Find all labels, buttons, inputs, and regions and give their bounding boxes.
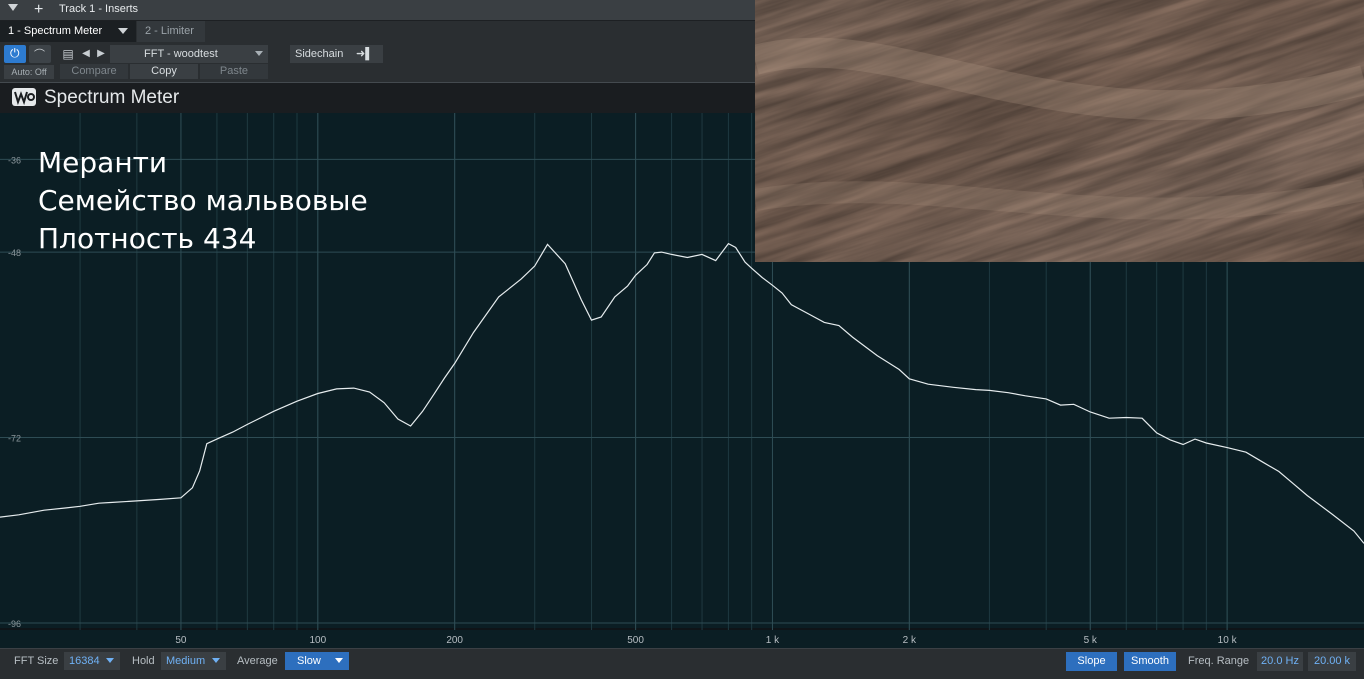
wood-info-overlay: Меранти Семейство мальвовые Плотность 43… bbox=[38, 144, 368, 258]
y-tick-label-2: -72 bbox=[8, 434, 21, 444]
sidechain-label: Sidechain bbox=[295, 48, 344, 60]
chevron-down-icon bbox=[212, 658, 220, 663]
x-tick-label-1: 100 bbox=[309, 635, 326, 646]
power-button[interactable]: ⏻ bbox=[4, 45, 26, 63]
x-tick-label-4: 1 k bbox=[766, 635, 780, 646]
x-tick-label-0: 50 bbox=[175, 635, 187, 646]
x-tick-label-7: 10 k bbox=[1218, 635, 1238, 646]
chevron-down-icon bbox=[255, 51, 263, 56]
average-value: Slow bbox=[297, 655, 321, 667]
chevron-down-icon bbox=[335, 658, 343, 663]
x-tick-label-6: 5 k bbox=[1084, 635, 1098, 646]
x-tick-label-2: 200 bbox=[446, 635, 463, 646]
sidechain-button[interactable]: Sidechain ➜▌ bbox=[290, 45, 383, 63]
tab-spectrum-meter[interactable]: 1 - Spectrum Meter bbox=[0, 21, 136, 42]
x-tick-label-5: 2 k bbox=[903, 635, 917, 646]
average-select[interactable]: Slow bbox=[285, 652, 349, 670]
window-title: Track 1 - Inserts bbox=[59, 3, 139, 15]
frequency-axis-labels: 50 100 200 500 1 k 2 k 5 k 10 k bbox=[175, 635, 1238, 646]
copy-button[interactable]: Copy bbox=[130, 64, 198, 79]
freq-range-min-field[interactable]: 20.0 Hz bbox=[1257, 652, 1303, 671]
wood-family: Семейство мальвовые bbox=[38, 184, 368, 217]
compare-button[interactable]: Compare bbox=[60, 64, 128, 79]
wood-name: Меранти bbox=[38, 146, 168, 179]
x-tick-label-3: 500 bbox=[627, 635, 644, 646]
tab-menu-icon[interactable] bbox=[118, 28, 128, 34]
slope-button[interactable]: Slope bbox=[1066, 652, 1117, 671]
collapse-caret-icon[interactable] bbox=[8, 4, 18, 11]
preset-name: FFT - woodtest bbox=[144, 48, 218, 60]
automation-icon: ⌒ bbox=[34, 49, 45, 61]
power-icon: ⏻ bbox=[10, 46, 20, 60]
tab-limiter[interactable]: 2 - Limiter bbox=[137, 21, 205, 42]
wood-density: Плотность 434 bbox=[38, 222, 257, 255]
hold-value: Medium bbox=[166, 655, 206, 667]
y-tick-label-0: -36 bbox=[8, 155, 21, 165]
freq-range-label: Freq. Range bbox=[1188, 655, 1250, 667]
tab-label: 1 - Spectrum Meter bbox=[8, 25, 103, 37]
chevron-down-icon bbox=[106, 658, 114, 663]
preset-icon[interactable]: ▤ bbox=[60, 45, 76, 63]
previous-preset-button[interactable]: ◀ bbox=[79, 45, 93, 63]
tab-label: 2 - Limiter bbox=[145, 25, 194, 37]
next-preset-button[interactable]: ▶ bbox=[94, 45, 108, 63]
fft-size-label: FFT Size bbox=[14, 655, 59, 667]
automation-button[interactable]: ⌒ bbox=[29, 45, 51, 63]
add-insert-icon[interactable]: + bbox=[34, 0, 43, 20]
hold-select[interactable]: Medium bbox=[161, 652, 226, 670]
brand-logo-icon bbox=[12, 88, 36, 106]
smooth-button[interactable]: Smooth bbox=[1124, 652, 1176, 671]
sidechain-input-icon: ➜▌ bbox=[355, 48, 373, 60]
fft-size-value: 16384 bbox=[69, 655, 100, 667]
wood-sample-photo bbox=[755, 0, 1364, 262]
y-tick-label-1: -48 bbox=[8, 248, 21, 258]
insert-title-bar: + Track 1 - Inserts bbox=[0, 0, 755, 21]
freq-range-max-field[interactable]: 20.00 k bbox=[1308, 652, 1356, 671]
hold-label: Hold bbox=[132, 655, 155, 667]
plugin-title: Spectrum Meter bbox=[44, 87, 180, 108]
average-label: Average bbox=[237, 655, 278, 667]
automation-mode-button[interactable]: Auto: Off bbox=[4, 65, 54, 79]
preset-selector[interactable]: FFT - woodtest bbox=[110, 45, 268, 63]
y-tick-label-3: -96 bbox=[8, 619, 21, 629]
fft-size-select[interactable]: 16384 bbox=[64, 652, 120, 670]
paste-button[interactable]: Paste bbox=[200, 64, 268, 79]
